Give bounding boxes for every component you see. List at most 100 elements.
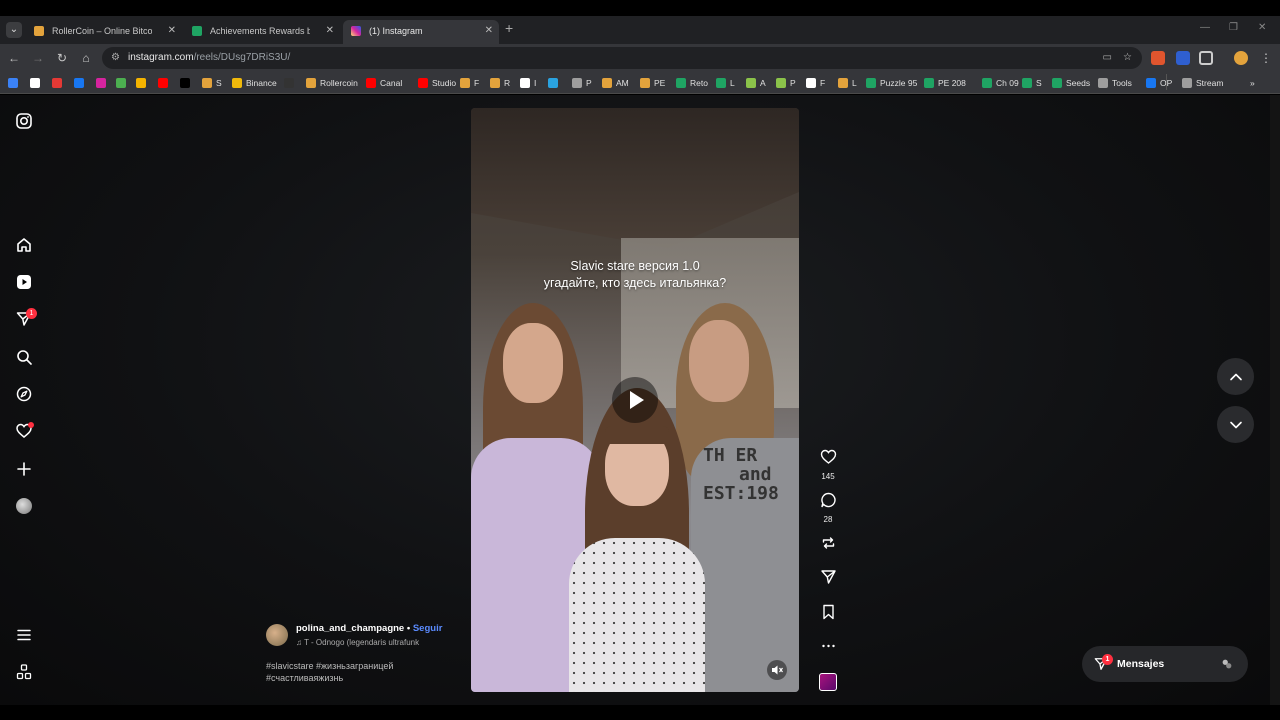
tab-achievements[interactable]: Achievements Rewards by Pien ✕ bbox=[184, 20, 340, 44]
bookmark-item[interactable]: Tools bbox=[1098, 76, 1132, 90]
follow-button[interactable]: Seguir bbox=[413, 623, 443, 634]
author-avatar[interactable] bbox=[266, 624, 288, 646]
bookmark-item[interactable]: OP bbox=[1146, 76, 1172, 90]
bookmark-item[interactable]: PE 208 bbox=[924, 76, 966, 90]
messages-label: Mensajes bbox=[1117, 658, 1165, 670]
tab-search-button[interactable]: ⌄ bbox=[6, 22, 22, 38]
save-button[interactable] bbox=[818, 604, 838, 625]
tab-instagram[interactable]: (1) Instagram ✕ bbox=[343, 20, 499, 44]
bookmark-item[interactable]: Studio bbox=[418, 76, 456, 90]
bookmark-item[interactable]: A bbox=[746, 76, 766, 90]
bookmark-item[interactable]: Rollercoin bbox=[306, 76, 358, 90]
profile-avatar-icon[interactable] bbox=[1234, 51, 1248, 65]
page-scrollbar[interactable] bbox=[1270, 95, 1280, 705]
extension-bitwarden-icon[interactable] bbox=[1176, 51, 1190, 65]
bookmark-item[interactable]: I bbox=[520, 76, 536, 90]
bookmark-item[interactable]: Binance bbox=[232, 76, 277, 90]
repost-button[interactable] bbox=[818, 535, 838, 556]
bookmark-item[interactable]: P bbox=[776, 76, 796, 90]
back-icon[interactable]: ← bbox=[6, 50, 22, 66]
bookmark-favicon-icon bbox=[96, 78, 106, 88]
audio-track[interactable]: ♫ T - Odnogo (legendaris ultrafunk bbox=[296, 638, 419, 647]
bookmark-item[interactable]: AM bbox=[602, 76, 629, 90]
hashtags-line-2[interactable]: #счастливаяжизнь bbox=[266, 672, 393, 684]
bookmark-item[interactable]: R bbox=[490, 76, 510, 90]
direct-icon[interactable]: 1 bbox=[14, 308, 37, 329]
bookmark-item[interactable]: Canal bbox=[366, 76, 402, 90]
more-bookmarks-button[interactable]: » bbox=[1250, 76, 1255, 90]
bookmark-item[interactable] bbox=[96, 76, 106, 90]
bookmark-item[interactable] bbox=[548, 76, 558, 90]
maximize-window-icon[interactable]: ❐ bbox=[1229, 22, 1238, 33]
play-button[interactable] bbox=[612, 377, 658, 423]
bookmark-item[interactable]: Ch 09 bbox=[982, 76, 1019, 90]
bookmark-item[interactable] bbox=[30, 76, 40, 90]
instagram-logo-icon[interactable] bbox=[14, 111, 34, 131]
install-app-icon[interactable]: ▭ bbox=[1103, 47, 1112, 69]
bookmark-item[interactable] bbox=[136, 76, 146, 90]
author-username[interactable]: polina_and_champagne bbox=[296, 623, 404, 634]
search-icon[interactable] bbox=[14, 347, 34, 367]
bookmark-favicon-icon bbox=[548, 78, 558, 88]
bookmark-item[interactable] bbox=[52, 76, 62, 90]
bookmark-item[interactable] bbox=[8, 76, 18, 90]
bookmark-item[interactable]: Puzzle 95 bbox=[866, 76, 917, 90]
bookmark-item[interactable] bbox=[180, 76, 190, 90]
close-tab-icon[interactable]: ✕ bbox=[485, 20, 493, 42]
bookmark-item[interactable] bbox=[74, 76, 84, 90]
reels-icon[interactable] bbox=[14, 272, 34, 292]
profile-icon[interactable] bbox=[14, 496, 34, 516]
close-window-icon[interactable]: ✕ bbox=[1258, 22, 1266, 33]
bookmark-item[interactable] bbox=[116, 76, 126, 90]
bookmark-item[interactable]: L bbox=[716, 76, 735, 90]
bookmark-item[interactable]: PE bbox=[640, 76, 665, 90]
audio-thumbnail[interactable] bbox=[819, 673, 839, 691]
bookmark-item[interactable]: F bbox=[460, 76, 479, 90]
bookmark-item[interactable]: F bbox=[806, 76, 825, 90]
close-tab-icon[interactable]: ✕ bbox=[326, 20, 334, 42]
create-icon[interactable] bbox=[14, 459, 34, 479]
notification-dot bbox=[28, 422, 34, 428]
site-info-icon[interactable]: ⚙ bbox=[111, 47, 120, 69]
bookmark-favicon-icon bbox=[306, 78, 316, 88]
home-icon[interactable] bbox=[14, 235, 34, 255]
like-button[interactable]: 145 bbox=[818, 449, 838, 481]
direct-badge: 1 bbox=[26, 308, 37, 319]
bookmark-item[interactable]: S bbox=[202, 76, 222, 90]
minimize-window-icon[interactable]: — bbox=[1200, 22, 1210, 33]
notifications-icon[interactable] bbox=[14, 421, 34, 441]
reel-video[interactable]: Slavic stare версия 1.0 угадайте, кто зд… bbox=[471, 108, 799, 692]
more-options-button[interactable] bbox=[818, 638, 838, 659]
messages-button[interactable]: 1 Mensajes bbox=[1082, 646, 1248, 682]
extension-fox-icon[interactable] bbox=[1151, 51, 1165, 65]
home-icon[interactable]: ⌂ bbox=[78, 50, 94, 66]
explore-icon[interactable] bbox=[14, 384, 34, 404]
bookmark-item[interactable] bbox=[158, 76, 168, 90]
bookmark-item[interactable]: Seeds bbox=[1052, 76, 1090, 90]
new-tab-button[interactable]: + bbox=[505, 20, 513, 36]
reload-icon[interactable]: ↻ bbox=[54, 50, 70, 66]
comment-button[interactable]: 28 bbox=[818, 492, 838, 524]
browser-menu-icon[interactable]: ⋮ bbox=[1258, 50, 1274, 66]
menu-icon[interactable] bbox=[14, 625, 34, 645]
forward-icon[interactable]: → bbox=[30, 50, 46, 66]
previous-reel-button[interactable] bbox=[1217, 358, 1254, 395]
hashtags-line-1[interactable]: #slavicstare #жизньзаграницей bbox=[266, 660, 393, 672]
mute-toggle[interactable] bbox=[767, 660, 787, 680]
tab-rollercoin[interactable]: RollerCoin – Online Bitcoin Mi ✕ bbox=[26, 20, 182, 44]
share-button[interactable] bbox=[818, 569, 838, 590]
also-from-meta-icon[interactable] bbox=[14, 662, 34, 682]
bookmark-item[interactable]: L bbox=[838, 76, 857, 90]
bookmark-item[interactable] bbox=[284, 76, 294, 90]
bookmark-item[interactable]: S bbox=[1022, 76, 1042, 90]
bookmark-star-icon[interactable]: ☆ bbox=[1123, 47, 1132, 69]
bookmark-item[interactable]: Reto bbox=[676, 76, 708, 90]
next-reel-button[interactable] bbox=[1217, 406, 1254, 443]
bookmark-favicon-icon bbox=[776, 78, 786, 88]
close-tab-icon[interactable]: ✕ bbox=[168, 20, 176, 42]
bookmark-item[interactable]: Stream bbox=[1182, 76, 1223, 90]
address-bar[interactable]: ⚙ instagram.com/reels/DUsg7DRiS3U/ ▭ ☆ bbox=[102, 47, 1142, 69]
extensions-puzzle-icon[interactable] bbox=[1199, 51, 1213, 65]
bookmark-item[interactable]: P bbox=[572, 76, 592, 90]
bookmark-favicon-icon bbox=[1098, 78, 1108, 88]
